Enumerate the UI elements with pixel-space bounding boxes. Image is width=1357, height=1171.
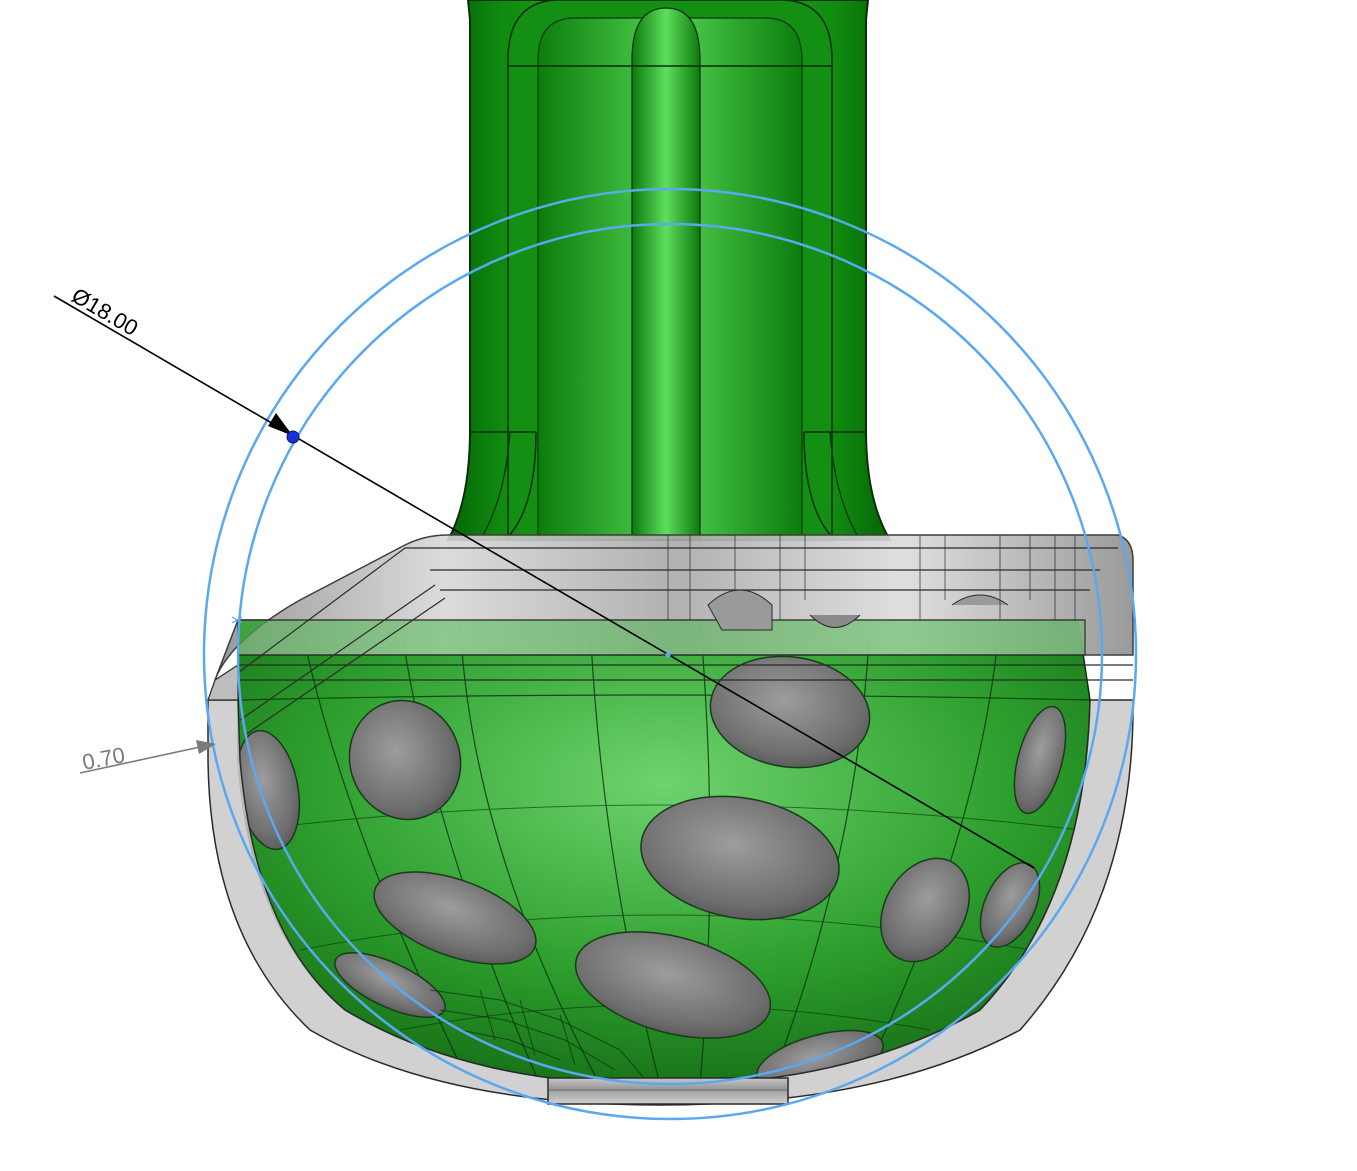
dimension-handle[interactable] — [286, 430, 300, 444]
shell-foot — [547, 1077, 789, 1105]
stem-body — [446, 0, 892, 541]
cad-viewport[interactable]: Ø18.00 0.70 — [0, 0, 1357, 1171]
diameter-label[interactable]: Ø18.00 — [67, 283, 142, 341]
thickness-dimension[interactable]: 0.70 — [79, 740, 216, 775]
thickness-label[interactable]: 0.70 — [80, 742, 127, 775]
